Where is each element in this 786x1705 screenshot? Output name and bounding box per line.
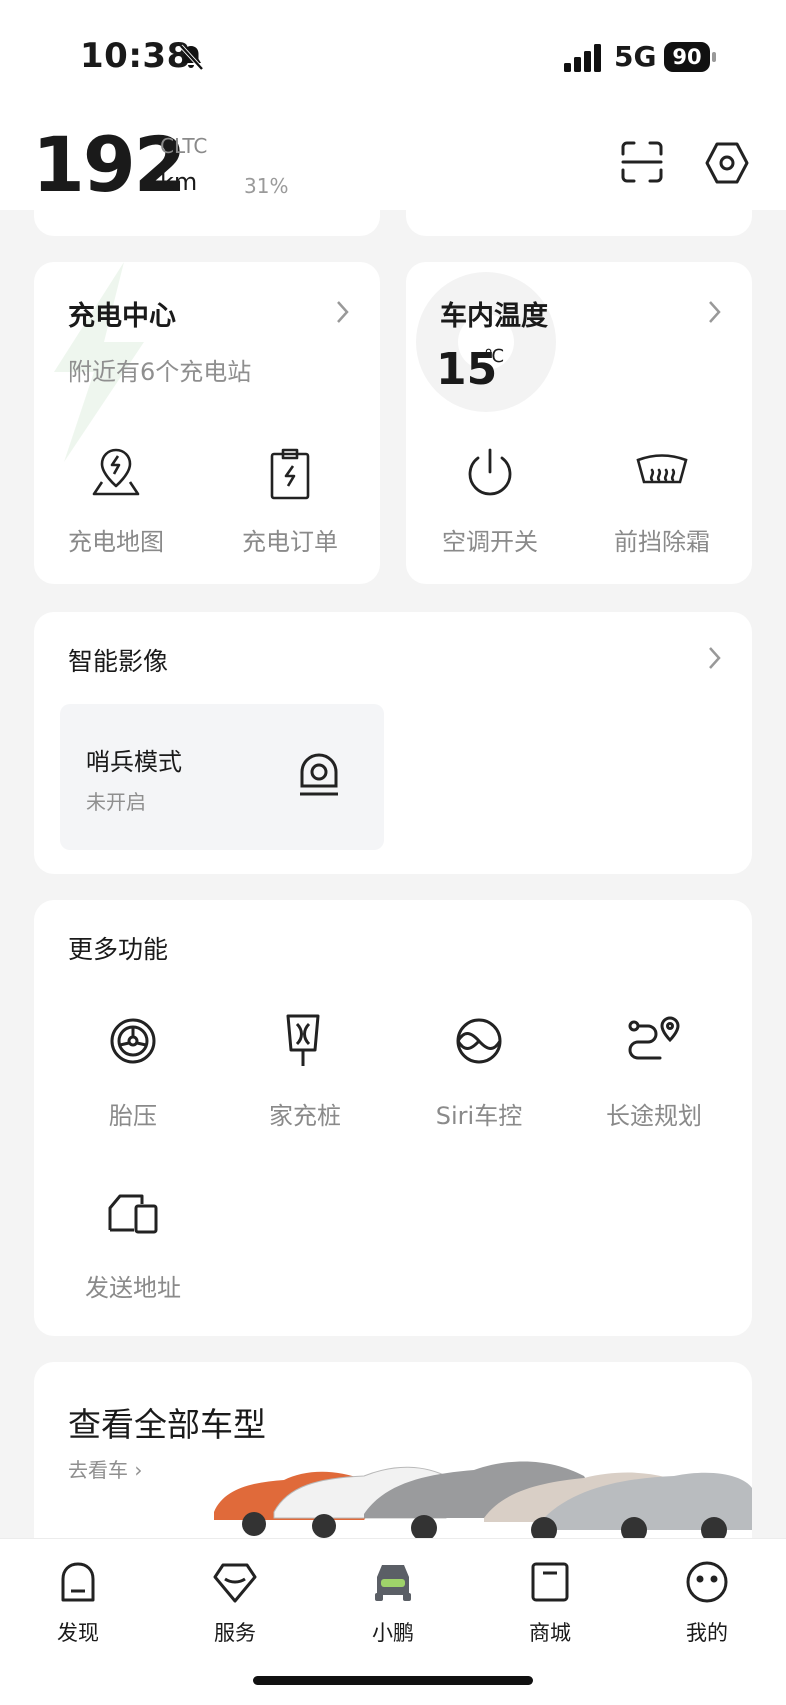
video-title: 智能影像 bbox=[68, 647, 169, 676]
tab-mall[interactable]: 商城 bbox=[490, 1559, 610, 1647]
ac-switch-label[interactable]: 空调开关 bbox=[410, 522, 570, 557]
chevron-right-icon[interactable] bbox=[704, 644, 724, 672]
sentinel-mode-tile[interactable]: 哨兵模式 未开启 bbox=[60, 704, 384, 850]
defrost-label[interactable]: 前挡除霜 bbox=[582, 522, 742, 557]
route-icon[interactable] bbox=[626, 1014, 682, 1066]
send-address-icon[interactable] bbox=[106, 1192, 162, 1236]
defrost-icon[interactable] bbox=[634, 446, 690, 502]
tire-icon[interactable] bbox=[108, 1016, 158, 1066]
range-standard: CLTC bbox=[160, 134, 208, 158]
camera-icon bbox=[300, 753, 338, 796]
models-link[interactable]: 去看车 › bbox=[68, 1454, 142, 1483]
order-bolt-icon[interactable] bbox=[262, 446, 318, 502]
tab-xpeng-label: 小鹏 bbox=[372, 1621, 414, 1645]
battery-level: 90 bbox=[664, 42, 710, 72]
bell-muted-icon bbox=[179, 44, 204, 71]
siri-control-label[interactable]: Siri车控 bbox=[394, 1096, 564, 1131]
home-indicator bbox=[253, 1676, 533, 1685]
signal-icon bbox=[564, 44, 601, 72]
sentinel-title: 哨兵模式 bbox=[86, 748, 182, 776]
tab-mall-label: 商城 bbox=[529, 1621, 571, 1645]
long-trip-label[interactable]: 长途规划 bbox=[569, 1096, 739, 1131]
models-link-text: 去看车 bbox=[68, 1458, 128, 1482]
charging-title: 充电中心 bbox=[68, 301, 176, 332]
chevron-right-icon[interactable] bbox=[332, 298, 352, 326]
cabin-temp-card[interactable]: 车内温度 15 ℃ 空调开关 前挡除霜 bbox=[406, 262, 752, 584]
home-charger-label[interactable]: 家充桩 bbox=[220, 1096, 390, 1131]
tab-profile-label: 我的 bbox=[686, 1621, 728, 1645]
tire-pressure-label[interactable]: 胎压 bbox=[48, 1096, 218, 1131]
more-title: 更多功能 bbox=[68, 935, 169, 964]
sentinel-status: 未开启 bbox=[86, 790, 146, 814]
power-icon[interactable] bbox=[462, 446, 518, 502]
battery-percent: 31% bbox=[244, 174, 289, 198]
battery-icon: 90 bbox=[664, 42, 716, 72]
charging-subtitle: 附近有6个充电站 bbox=[68, 358, 252, 386]
service-icon bbox=[213, 1563, 257, 1603]
tab-service[interactable]: 服务 bbox=[175, 1559, 295, 1647]
network-type: 5G bbox=[614, 40, 657, 73]
profile-icon bbox=[686, 1561, 728, 1603]
models-title: 查看全部车型 bbox=[68, 1405, 266, 1444]
send-address-label[interactable]: 发送地址 bbox=[48, 1268, 218, 1303]
tab-profile[interactable]: 我的 bbox=[647, 1559, 767, 1647]
charger-icon[interactable] bbox=[282, 1012, 324, 1070]
chevron-right-icon: › bbox=[134, 1458, 143, 1482]
fan-watermark-icon bbox=[416, 272, 556, 412]
settings-icon[interactable] bbox=[704, 140, 750, 186]
charging-map-label[interactable]: 充电地图 bbox=[36, 522, 196, 557]
car-icon bbox=[375, 1565, 411, 1601]
map-pin-bolt-icon[interactable] bbox=[88, 446, 144, 502]
tab-discover-label: 发现 bbox=[57, 1621, 99, 1645]
hidden-card-left bbox=[34, 196, 380, 236]
tab-xpeng[interactable]: 小鹏 bbox=[333, 1559, 453, 1647]
cabin-temp-unit: ℃ bbox=[484, 346, 505, 367]
tab-discover[interactable]: 发现 bbox=[18, 1559, 138, 1647]
charging-center-card[interactable]: 充电中心 附近有6个充电站 充电地图 充电订单 bbox=[34, 262, 380, 584]
tab-service-label: 服务 bbox=[214, 1621, 256, 1645]
more-functions-card: 更多功能 胎压 家充桩 Siri车控 长途规划 发送地址 bbox=[34, 900, 752, 1336]
charging-order-label[interactable]: 充电订单 bbox=[210, 522, 370, 557]
hidden-card-right bbox=[406, 196, 752, 236]
car-lineup-image bbox=[214, 1461, 752, 1542]
scan-icon[interactable] bbox=[620, 140, 664, 184]
status-time: 10:38 bbox=[80, 36, 191, 76]
siri-icon[interactable] bbox=[454, 1016, 504, 1066]
cabin-title: 车内温度 bbox=[440, 301, 548, 332]
range-unit: km bbox=[160, 168, 198, 196]
discover-icon bbox=[61, 1562, 95, 1602]
chevron-right-icon[interactable] bbox=[704, 298, 724, 326]
mall-icon bbox=[531, 1562, 569, 1602]
